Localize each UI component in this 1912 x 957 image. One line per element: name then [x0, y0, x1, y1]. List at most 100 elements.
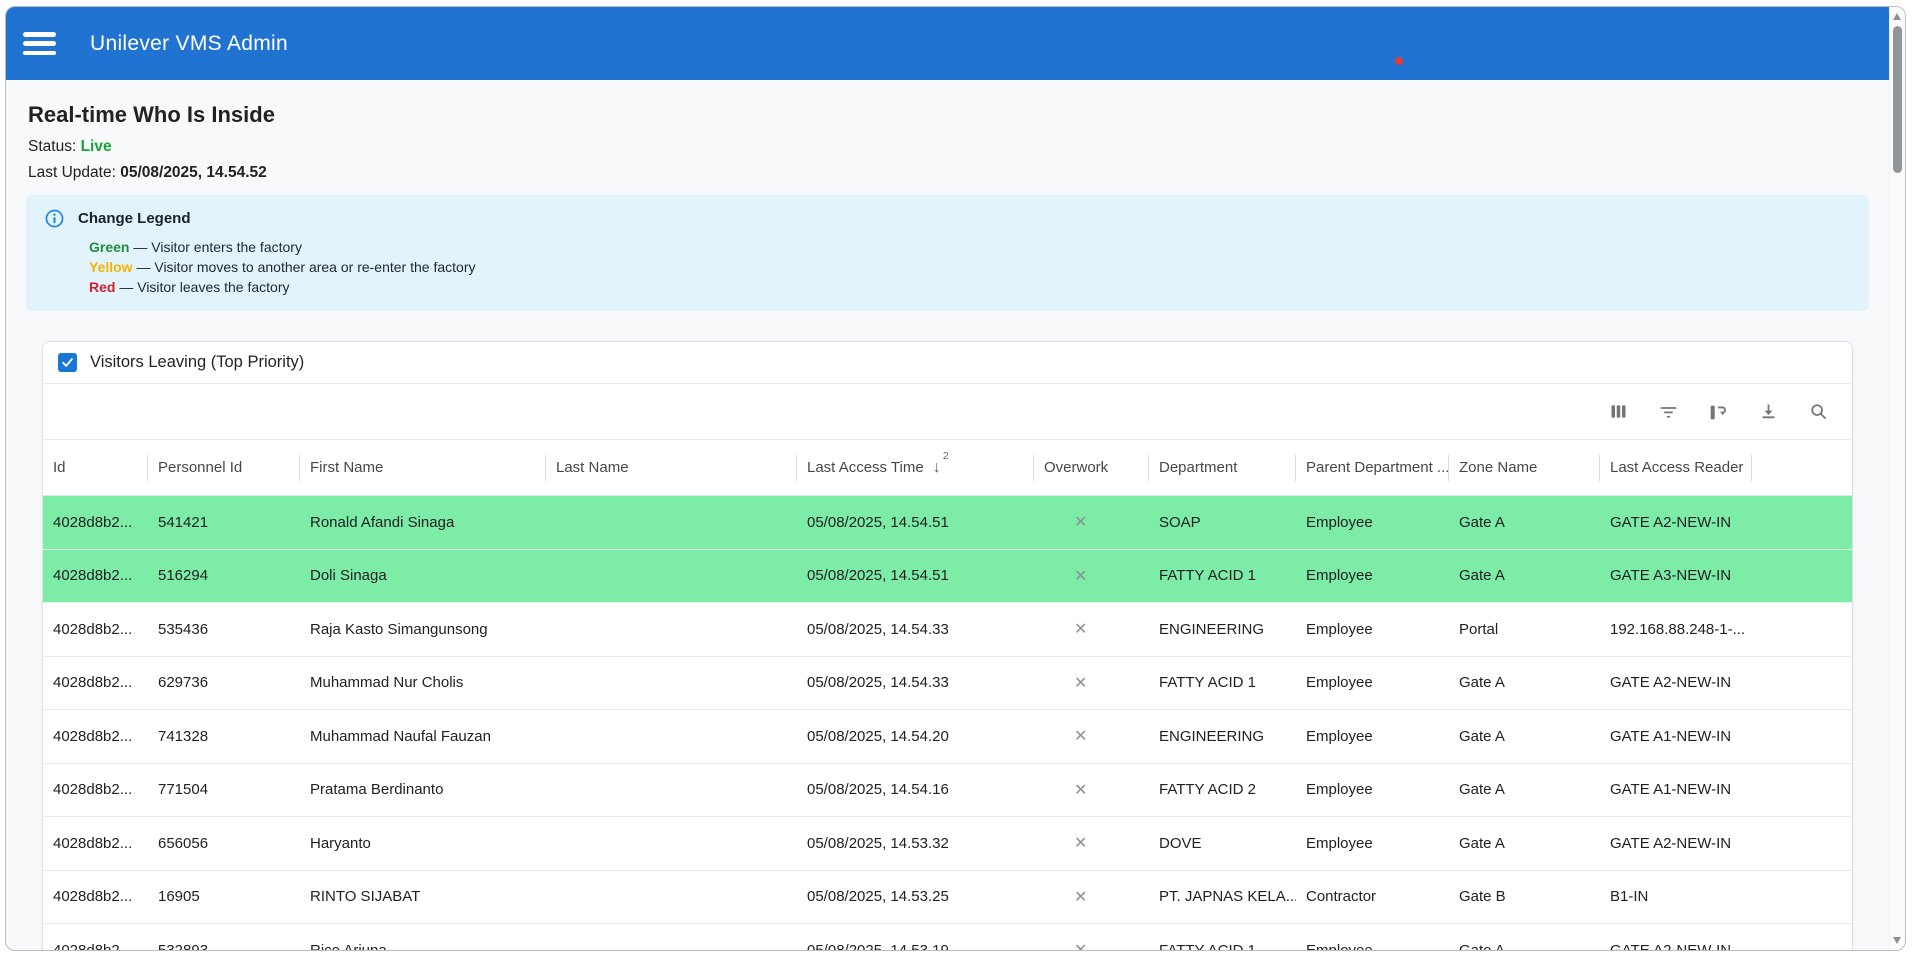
column-header-department[interactable]: Department: [1149, 440, 1296, 495]
info-icon: [44, 208, 65, 229]
cell-department: ENGINEERING: [1149, 621, 1296, 638]
menu-icon[interactable]: [23, 32, 56, 55]
cell-department: DOVE: [1149, 835, 1296, 852]
cell-last_access_time: 05/08/2025, 14.53.19: [797, 942, 1034, 950]
cell-last_access_reader: GATE A2-NEW-IN: [1600, 674, 1752, 691]
cell-overwork: ✕: [1034, 619, 1149, 639]
grid-toolbar: [43, 384, 1852, 440]
status-value: Live: [81, 138, 112, 155]
last-update-value: 05/08/2025, 14.54.52: [120, 164, 267, 181]
cell-last_access_time: 05/08/2025, 14.54.51: [797, 567, 1034, 584]
columns-icon[interactable]: [1606, 400, 1630, 424]
overwork-false-icon: ✕: [1074, 675, 1087, 692]
cell-zone_name: Portal: [1449, 621, 1600, 638]
cell-zone_name: Gate B: [1449, 888, 1600, 905]
table-row[interactable]: 4028d8b2...516294Doli Sinaga05/08/2025, …: [43, 550, 1852, 604]
scrollbar-thumb[interactable]: [1893, 26, 1902, 173]
legend-item: Red — Visitor leaves the factory: [89, 277, 1851, 297]
visitors-leaving-label: Visitors Leaving (Top Priority): [90, 353, 304, 372]
cell-parent_department: Employee: [1296, 781, 1449, 798]
page-scrollbar[interactable]: [1889, 7, 1905, 950]
cell-first_name: RINTO SIJABAT: [300, 888, 546, 905]
cell-department: ENGINEERING: [1149, 728, 1296, 745]
column-header-last_access_time[interactable]: Last Access Time↓2: [797, 440, 1034, 495]
cell-overwork: ✕: [1034, 512, 1149, 532]
status-label: Status:: [28, 138, 76, 155]
cell-zone_name: Gate A: [1449, 942, 1600, 950]
cell-first_name: Doli Sinaga: [300, 567, 546, 584]
cell-department: FATTY ACID 1: [1149, 674, 1296, 691]
cell-zone_name: Gate A: [1449, 567, 1600, 584]
cell-parent_department: Employee: [1296, 567, 1449, 584]
column-header-last_access_reader[interactable]: Last Access Reader: [1600, 440, 1752, 495]
cell-id: 4028d8b2...: [43, 674, 148, 691]
cell-first_name: Raja Kasto Simangunsong: [300, 621, 546, 638]
overwork-false-icon: ✕: [1074, 621, 1087, 638]
table-row[interactable]: 4028d8b2...532893Rico Arjuna05/08/2025, …: [43, 924, 1852, 950]
visitors-leaving-checkbox-row[interactable]: Visitors Leaving (Top Priority): [43, 342, 1852, 384]
visitors-table-card: Visitors Leaving (Top Priority): [42, 341, 1853, 950]
cell-last_access_reader: GATE A2-NEW-IN: [1600, 835, 1752, 852]
pivot-icon[interactable]: [1706, 400, 1730, 424]
overwork-false-icon: ✕: [1074, 942, 1087, 950]
scroll-up-icon[interactable]: [1893, 13, 1901, 20]
table-row[interactable]: 4028d8b2...16905RINTO SIJABAT05/08/2025,…: [43, 871, 1852, 925]
cell-parent_department: Employee: [1296, 674, 1449, 691]
cell-overwork: ✕: [1034, 726, 1149, 746]
cell-department: SOAP: [1149, 514, 1296, 531]
cell-last_access_reader: GATE A1-NEW-IN: [1600, 728, 1752, 745]
table-row[interactable]: 4028d8b2...629736Muhammad Nur Cholis05/0…: [43, 657, 1852, 711]
cell-overwork: ✕: [1034, 673, 1149, 693]
overwork-false-icon: ✕: [1074, 835, 1087, 852]
column-header-personnel_id[interactable]: Personnel Id: [148, 440, 300, 495]
table-row[interactable]: 4028d8b2...541421Ronald Afandi Sinaga05/…: [43, 496, 1852, 550]
cell-zone_name: Gate A: [1449, 674, 1600, 691]
cell-last_access_reader: GATE A3-NEW-IN: [1600, 567, 1752, 584]
legend-header: Change Legend: [44, 207, 1851, 229]
cell-id: 4028d8b2...: [43, 835, 148, 852]
cell-id: 4028d8b2...: [43, 621, 148, 638]
table-row[interactable]: 4028d8b2...771504Pratama Berdinanto05/08…: [43, 764, 1852, 818]
app-title: Unilever VMS Admin: [90, 32, 288, 56]
sort-order-badge: 2: [943, 450, 949, 462]
cell-last_access_time: 05/08/2025, 14.54.20: [797, 728, 1034, 745]
cell-personnel_id: 516294: [148, 567, 300, 584]
cell-zone_name: Gate A: [1449, 514, 1600, 531]
last-update-line: Last Update: 05/08/2025, 14.54.52: [28, 163, 1869, 183]
legend-keyword: Yellow: [89, 259, 133, 275]
table-row[interactable]: 4028d8b2...535436Raja Kasto Simangunsong…: [43, 603, 1852, 657]
cell-personnel_id: 629736: [148, 674, 300, 691]
column-header-overwork[interactable]: Overwork: [1034, 440, 1149, 495]
cell-overwork: ✕: [1034, 833, 1149, 853]
legend-keyword: Red: [89, 279, 115, 295]
cell-personnel_id: 16905: [148, 888, 300, 905]
column-header-parent_department[interactable]: Parent Department ...: [1296, 440, 1449, 495]
column-header-id[interactable]: Id: [43, 440, 148, 495]
column-header-first_name[interactable]: First Name: [300, 440, 546, 495]
table-row[interactable]: 4028d8b2...741328Muhammad Naufal Fauzan0…: [43, 710, 1852, 764]
search-icon[interactable]: [1806, 400, 1830, 424]
browser-window: Unilever VMS Admin Real-time Who Is Insi…: [5, 6, 1906, 951]
cell-last_access_time: 05/08/2025, 14.53.25: [797, 888, 1034, 905]
change-legend-box: Change Legend Green — Visitor enters the…: [26, 195, 1869, 311]
cell-id: 4028d8b2...: [43, 942, 148, 950]
cell-last_access_reader: 192.168.88.248-1-...: [1600, 621, 1752, 638]
legend-items: Green — Visitor enters the factory Yellow…: [89, 237, 1851, 297]
download-icon[interactable]: [1756, 400, 1780, 424]
cell-personnel_id: 771504: [148, 781, 300, 798]
visitors-leaving-checkbox[interactable]: [58, 353, 77, 372]
cell-department: FATTY ACID 1: [1149, 942, 1296, 950]
column-header-last_name[interactable]: Last Name: [546, 440, 797, 495]
cell-first_name: Pratama Berdinanto: [300, 781, 546, 798]
sort-desc-icon: ↓2: [933, 459, 941, 477]
filter-icon[interactable]: [1656, 400, 1680, 424]
cell-department: FATTY ACID 2: [1149, 781, 1296, 798]
cell-last_access_reader: GATE A2-NEW-IN: [1600, 514, 1752, 531]
table-row[interactable]: 4028d8b2...656056Haryanto05/08/2025, 14.…: [43, 817, 1852, 871]
last-update-label: Last Update:: [28, 164, 116, 181]
scroll-down-icon[interactable]: [1893, 937, 1901, 944]
cell-last_access_time: 05/08/2025, 14.54.51: [797, 514, 1034, 531]
column-header-zone_name[interactable]: Zone Name: [1449, 440, 1600, 495]
legend-item: Green — Visitor enters the factory: [89, 237, 1851, 257]
cell-first_name: Rico Arjuna: [300, 942, 546, 950]
